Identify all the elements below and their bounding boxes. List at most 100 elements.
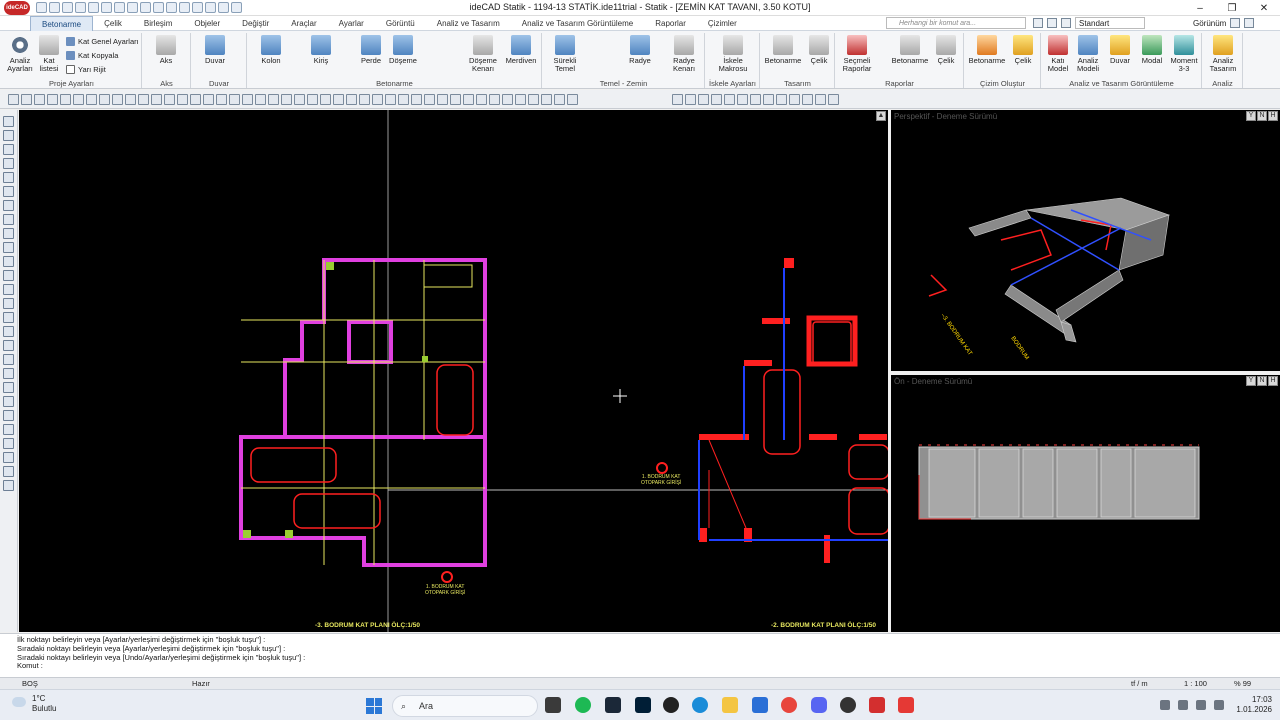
analiz-modeli-button[interactable]: Analiz Modeli [1072,35,1104,73]
info-icon[interactable] [1244,18,1255,28]
analiz-tasarim-button[interactable]: Analiz Tasarım [1205,35,1241,73]
draw-tool-icon[interactable] [528,94,539,105]
cizim-celik-button[interactable]: Çelik [1009,35,1037,65]
draw-tool-icon[interactable] [776,94,787,105]
draw-tool-icon[interactable] [815,94,826,105]
tab-birlesim[interactable]: Birleşim [133,16,183,31]
radye-kenari-button[interactable]: Radye Kenarı [667,35,701,73]
app-icon[interactable] [840,697,856,713]
draw-tool-icon[interactable] [750,94,761,105]
draw-tool-icon[interactable] [86,94,97,105]
radye-button[interactable]: Radye [623,35,657,65]
draw-tool-icon[interactable] [99,94,110,105]
tab-ayarlar[interactable]: Ayarlar [328,16,375,31]
kiris-button[interactable]: Kiriş [304,35,338,65]
mic-icon[interactable] [1160,700,1170,710]
side-tool-icon[interactable] [3,298,14,309]
start-button[interactable] [366,698,382,714]
clock[interactable]: 17:03 1.01.2026 [1236,695,1272,715]
file-explorer-icon[interactable] [722,697,738,713]
front-h-button[interactable]: H [1268,376,1278,386]
side-tool-icon[interactable] [3,116,14,127]
draw-tool-icon[interactable] [229,94,240,105]
kolon-button[interactable]: Kolon [254,35,288,65]
draw-tool-icon[interactable] [164,94,175,105]
draw-tool-icon[interactable] [711,94,722,105]
draw-tool-icon[interactable] [372,94,383,105]
aks-button[interactable]: Aks [147,35,185,65]
draw-tool-icon[interactable] [567,94,578,105]
modal-button[interactable]: Modal [1138,35,1166,65]
draw-tool-icon[interactable] [541,94,552,105]
doseme-button[interactable]: Döşeme [386,35,420,65]
redo-icon[interactable] [88,2,99,13]
tasarim-celik-button[interactable]: Çelik [805,35,833,65]
side-tool-icon[interactable] [3,326,14,337]
open-icon[interactable] [49,2,60,13]
command-prompt[interactable]: Komut : [17,662,1263,671]
undo-icon[interactable] [75,2,86,13]
iskele-makrosu-button[interactable]: İskele Makrosu [710,35,756,73]
draw-tool-icon[interactable] [398,94,409,105]
surekli-temel-button[interactable]: Sürekli Temel [547,35,583,73]
layout-icon[interactable] [1033,18,1043,28]
duvar-view-button[interactable]: Duvar [1106,35,1134,65]
tab-objeler[interactable]: Objeler [183,16,231,31]
save-icon[interactable] [62,2,73,13]
perspective-y-button[interactable]: Y [1246,111,1256,121]
battery-icon[interactable] [1214,700,1224,710]
side-tool-icon[interactable] [3,158,14,169]
draw-tool-icon[interactable] [554,94,565,105]
side-tool-icon[interactable] [3,396,14,407]
draw-tool-icon[interactable] [424,94,435,105]
command-window[interactable]: İlk noktayı belirleyin veya [Ayarlar/yer… [0,633,1280,677]
draw-tool-icon[interactable] [73,94,84,105]
side-tool-icon[interactable] [3,354,14,365]
draw-tool-icon[interactable] [294,94,305,105]
side-tool-icon[interactable] [3,200,14,211]
merdiven-button[interactable]: Merdiven [504,35,538,65]
plan-viewport[interactable]: ▲ 1. BODRUM KAT OTOPARK GİRİŞİ 1. BODRUM… [19,110,888,632]
weather-widget[interactable]: 1°C Bulutlu [12,694,56,714]
side-tool-icon[interactable] [3,228,14,239]
rapor-betonarme-button[interactable]: Betonarme [890,35,930,65]
draw-tool-icon[interactable] [112,94,123,105]
photoshop-icon[interactable] [635,697,651,713]
draw-tool-icon[interactable] [515,94,526,105]
front-view[interactable]: Ön - Deneme Sürümü Y N H [891,375,1280,632]
taskbar-search[interactable]: ⌕ Ara [392,695,538,717]
select-icon[interactable] [218,2,229,13]
draw-tool-icon[interactable] [802,94,813,105]
draw-tool-icon[interactable] [268,94,279,105]
github-icon[interactable] [663,697,679,713]
tab-betonarme[interactable]: Betonarme [30,15,94,31]
draw-tool-icon[interactable] [489,94,500,105]
draw-tool-icon[interactable] [190,94,201,105]
draw-tool-icon[interactable] [737,94,748,105]
draw-tool-icon[interactable] [242,94,253,105]
draw-tool-icon[interactable] [763,94,774,105]
draw-tool-icon[interactable] [698,94,709,105]
wifi-icon[interactable] [1178,700,1188,710]
cizim-betonarme-button[interactable]: Betonarme [967,35,1007,65]
draw-tool-icon[interactable] [60,94,71,105]
perspective-n-button[interactable]: N [1257,111,1267,121]
draw-tool-icon[interactable] [125,94,136,105]
front-y-button[interactable]: Y [1246,376,1256,386]
zoom-icon[interactable] [192,2,203,13]
style-select[interactable]: Standart [1075,17,1145,29]
maximize-button[interactable]: ❐ [1216,0,1248,16]
minimize-button[interactable]: – [1184,0,1216,16]
draw-tool-icon[interactable] [450,94,461,105]
grid-icon[interactable] [153,2,164,13]
draw-tool-icon[interactable] [255,94,266,105]
tab-cizimler[interactable]: Çizimler [697,16,748,31]
edge-icon[interactable] [692,697,708,713]
draw-tool-icon[interactable] [359,94,370,105]
print-icon[interactable] [101,2,112,13]
draw-tool-icon[interactable] [346,94,357,105]
side-tool-icon[interactable] [3,424,14,435]
side-tool-icon[interactable] [3,340,14,351]
draw-tool-icon[interactable] [385,94,396,105]
side-tool-icon[interactable] [3,172,14,183]
